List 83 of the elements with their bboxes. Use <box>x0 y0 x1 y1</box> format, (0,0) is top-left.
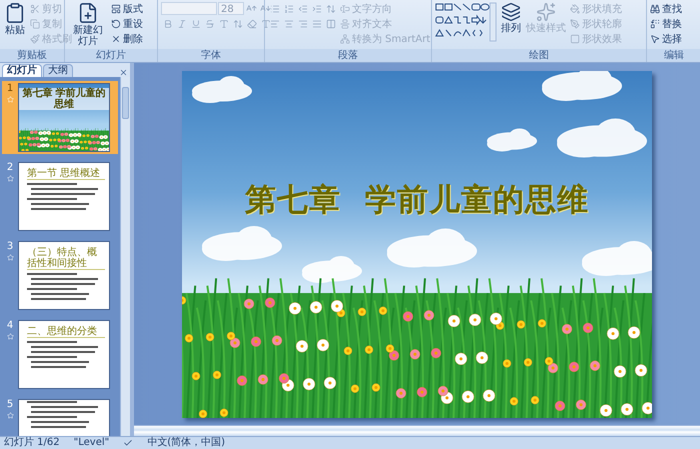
slide-thumbnail-row[interactable]: 5 <box>2 397 118 436</box>
ribbon-button[interactable]: 选择 <box>650 32 682 45</box>
pointer-icon <box>650 34 660 44</box>
columns-icon <box>326 18 336 28</box>
slide-title: 第七章 学前儿童的思维 <box>245 180 589 218</box>
status-slide-count: 幻灯片 1/62 <box>4 437 60 449</box>
thumbnail-title: 第一节 思维概述 <box>27 168 105 180</box>
italic-icon <box>176 18 186 28</box>
paint-bucket-icon <box>570 4 580 14</box>
ribbon-button[interactable]: 版式 <box>111 2 143 15</box>
format-button[interactable] <box>245 17 258 30</box>
reset-icon <box>111 18 121 28</box>
spell-check-icon <box>123 438 134 448</box>
star-icon <box>6 412 14 419</box>
close-icon <box>119 68 128 77</box>
scrollbar[interactable] <box>120 77 130 436</box>
star-icon <box>6 254 14 261</box>
paragraph-button[interactable] <box>324 17 337 30</box>
paintbrush-icon <box>30 34 40 44</box>
slide-thumbnail[interactable]: 第一节 思维概述 <box>18 162 110 231</box>
align-text-icon <box>340 18 350 28</box>
delete-icon <box>111 34 121 44</box>
pen-icon <box>570 18 580 28</box>
group-label: 绘图 <box>432 49 646 62</box>
status-theme: "Level" <box>74 437 110 449</box>
slide-thumbnail-row[interactable]: 2 第一节 思维概述 <box>2 160 118 233</box>
clipboard-icon <box>4 2 26 24</box>
slide-thumbnail[interactable]: 第七章 学前儿童的思维 <box>18 83 110 152</box>
align-left-icon <box>270 18 280 28</box>
group-label: 段落 <box>265 49 431 62</box>
sparkle-icon <box>536 2 556 22</box>
slide-thumbnail[interactable]: 二、思维的分类 <box>18 320 110 389</box>
ribbon-button[interactable]: 重设 <box>111 17 143 30</box>
text-direction-icon <box>340 4 350 14</box>
slide-thumbnail-row[interactable]: 1 第七章 学前儿童的思维 <box>2 81 118 154</box>
ribbon-large-button[interactable]: 排列 <box>500 2 522 34</box>
thumbnail-title: 二、思维的分类 <box>27 326 105 338</box>
slide-number: 5 <box>6 399 14 410</box>
notes-pane[interactable] <box>134 425 700 436</box>
group-label: 编辑 <box>647 49 700 62</box>
slide-number: 2 <box>6 162 14 173</box>
clear-format-icon <box>246 18 256 28</box>
group-label: 剪贴板 <box>0 49 64 62</box>
star-icon <box>6 96 14 103</box>
status-language: 中文(简体，中国) <box>147 437 226 449</box>
layers-icon <box>501 2 521 22</box>
justify-icon <box>312 18 322 28</box>
slide-thumbnail[interactable]: （三）特点、概括性和间接性 <box>18 241 110 310</box>
thumbnail-title: 第七章 学前儿童的思维 <box>19 88 109 110</box>
group-label: 字体 <box>158 49 264 62</box>
slide-thumbnail-row[interactable]: 3 （三）特点、概括性和间接性 <box>2 239 118 312</box>
numbered-list-icon <box>284 4 294 14</box>
spacing-icon <box>232 18 242 28</box>
ribbon-button[interactable]: 替换 <box>650 17 682 30</box>
ribbon-large-button[interactable]: 粘贴 <box>3 2 27 36</box>
new-slide-icon <box>77 2 99 24</box>
underline-icon <box>190 18 200 28</box>
group-label: 幻灯片 <box>65 49 157 62</box>
star-icon <box>6 333 14 340</box>
pane-tab[interactable]: 幻灯片 <box>2 64 42 77</box>
binoculars-icon <box>650 4 660 14</box>
layout-icon <box>111 4 121 14</box>
align-center-icon <box>284 18 294 28</box>
pane-tab[interactable]: 大纲 <box>43 64 73 77</box>
line-spacing-icon <box>326 4 336 14</box>
smartart-icon <box>340 34 350 44</box>
scissors-icon <box>30 4 40 14</box>
align-right-icon <box>298 18 308 28</box>
ribbon-button[interactable]: 删除 <box>111 32 143 45</box>
shapes-gallery[interactable] <box>435 2 497 42</box>
thumbnail-title: （三）特点、概括性和间接性 <box>27 247 105 270</box>
slide-number: 3 <box>6 241 14 252</box>
square-icon <box>570 34 580 44</box>
indent-icon <box>312 4 322 14</box>
slide-number: 1 <box>6 83 14 94</box>
slide-thumbnail-row[interactable]: 4 二、思维的分类 <box>2 318 118 391</box>
strikethrough-icon <box>204 18 214 28</box>
copy-icon <box>30 18 40 28</box>
outdent-icon <box>298 4 308 14</box>
slide-number: 4 <box>6 320 14 331</box>
star-icon <box>6 175 14 182</box>
bold-icon <box>162 18 172 28</box>
ribbon-button[interactable]: 查找 <box>650 2 682 15</box>
